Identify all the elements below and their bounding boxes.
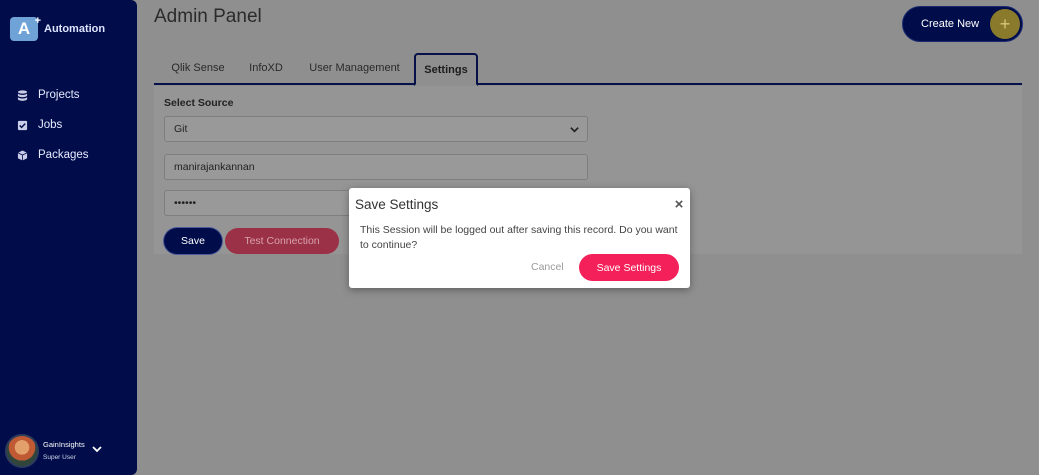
test-connection-button[interactable]: Test Connection: [225, 228, 339, 254]
sidebar-item-label: Packages: [38, 149, 89, 161]
sidebar-item-jobs[interactable]: Jobs: [0, 110, 137, 140]
password-field[interactable]: ••••••: [164, 190, 354, 216]
user-name: GainInsights: [43, 440, 85, 450]
username-value: manirajankannan: [174, 161, 255, 173]
tab-user-management[interactable]: User Management: [302, 53, 407, 83]
close-icon[interactable]: ×: [672, 196, 686, 213]
sidebar-item-label: Jobs: [38, 119, 63, 131]
logo-icon: A +: [10, 15, 41, 41]
user-role: Super User: [43, 453, 76, 461]
select-source-label: Select Source: [164, 97, 234, 109]
logo-glyph: A: [17, 19, 31, 38]
chevron-down-icon[interactable]: [91, 443, 103, 455]
tab-infoxd[interactable]: InfoXD: [242, 53, 290, 83]
database-icon: [17, 89, 28, 101]
plus-icon: +: [990, 9, 1020, 39]
create-new-label: Create New: [921, 18, 980, 30]
sidebar: A + Automation Projects Jobs Packages Ga…: [0, 0, 137, 475]
source-select[interactable]: Git: [164, 116, 588, 142]
logo-plus: +: [34, 15, 41, 27]
sidebar-nav: Projects Jobs Packages: [0, 80, 137, 170]
avatar: [5, 434, 39, 468]
dialog-title: Save Settings: [355, 197, 439, 212]
app-logo[interactable]: A + Automation: [10, 15, 106, 41]
create-new-button[interactable]: Create New +: [902, 6, 1023, 42]
source-select-value: Git: [174, 123, 188, 135]
tab-bar: Qlik Sense InfoXD User Management Settin…: [154, 53, 1022, 86]
save-button[interactable]: Save: [164, 228, 222, 254]
sidebar-item-label: Projects: [38, 89, 80, 101]
cube-icon: [17, 149, 28, 161]
chevron-down-icon: [570, 127, 579, 133]
page-title: Admin Panel: [154, 6, 262, 27]
checkbox-icon: [17, 120, 28, 130]
username-field[interactable]: manirajankannan: [164, 154, 588, 180]
tab-settings[interactable]: Settings: [414, 53, 478, 86]
sidebar-item-projects[interactable]: Projects: [0, 80, 137, 110]
app-name: Automation: [44, 23, 106, 35]
dialog-message: This Session will be logged out after sa…: [360, 224, 678, 251]
sidebar-item-packages[interactable]: Packages: [0, 140, 137, 170]
save-settings-dialog: Save Settings × This Session will be log…: [349, 188, 690, 288]
user-profile[interactable]: GainInsights Super User: [5, 433, 133, 469]
cancel-button[interactable]: Cancel: [531, 261, 564, 273]
tab-qlik-sense[interactable]: Qlik Sense: [162, 53, 234, 83]
password-value: ••••••: [174, 197, 197, 209]
save-settings-button[interactable]: Save Settings: [579, 254, 679, 281]
